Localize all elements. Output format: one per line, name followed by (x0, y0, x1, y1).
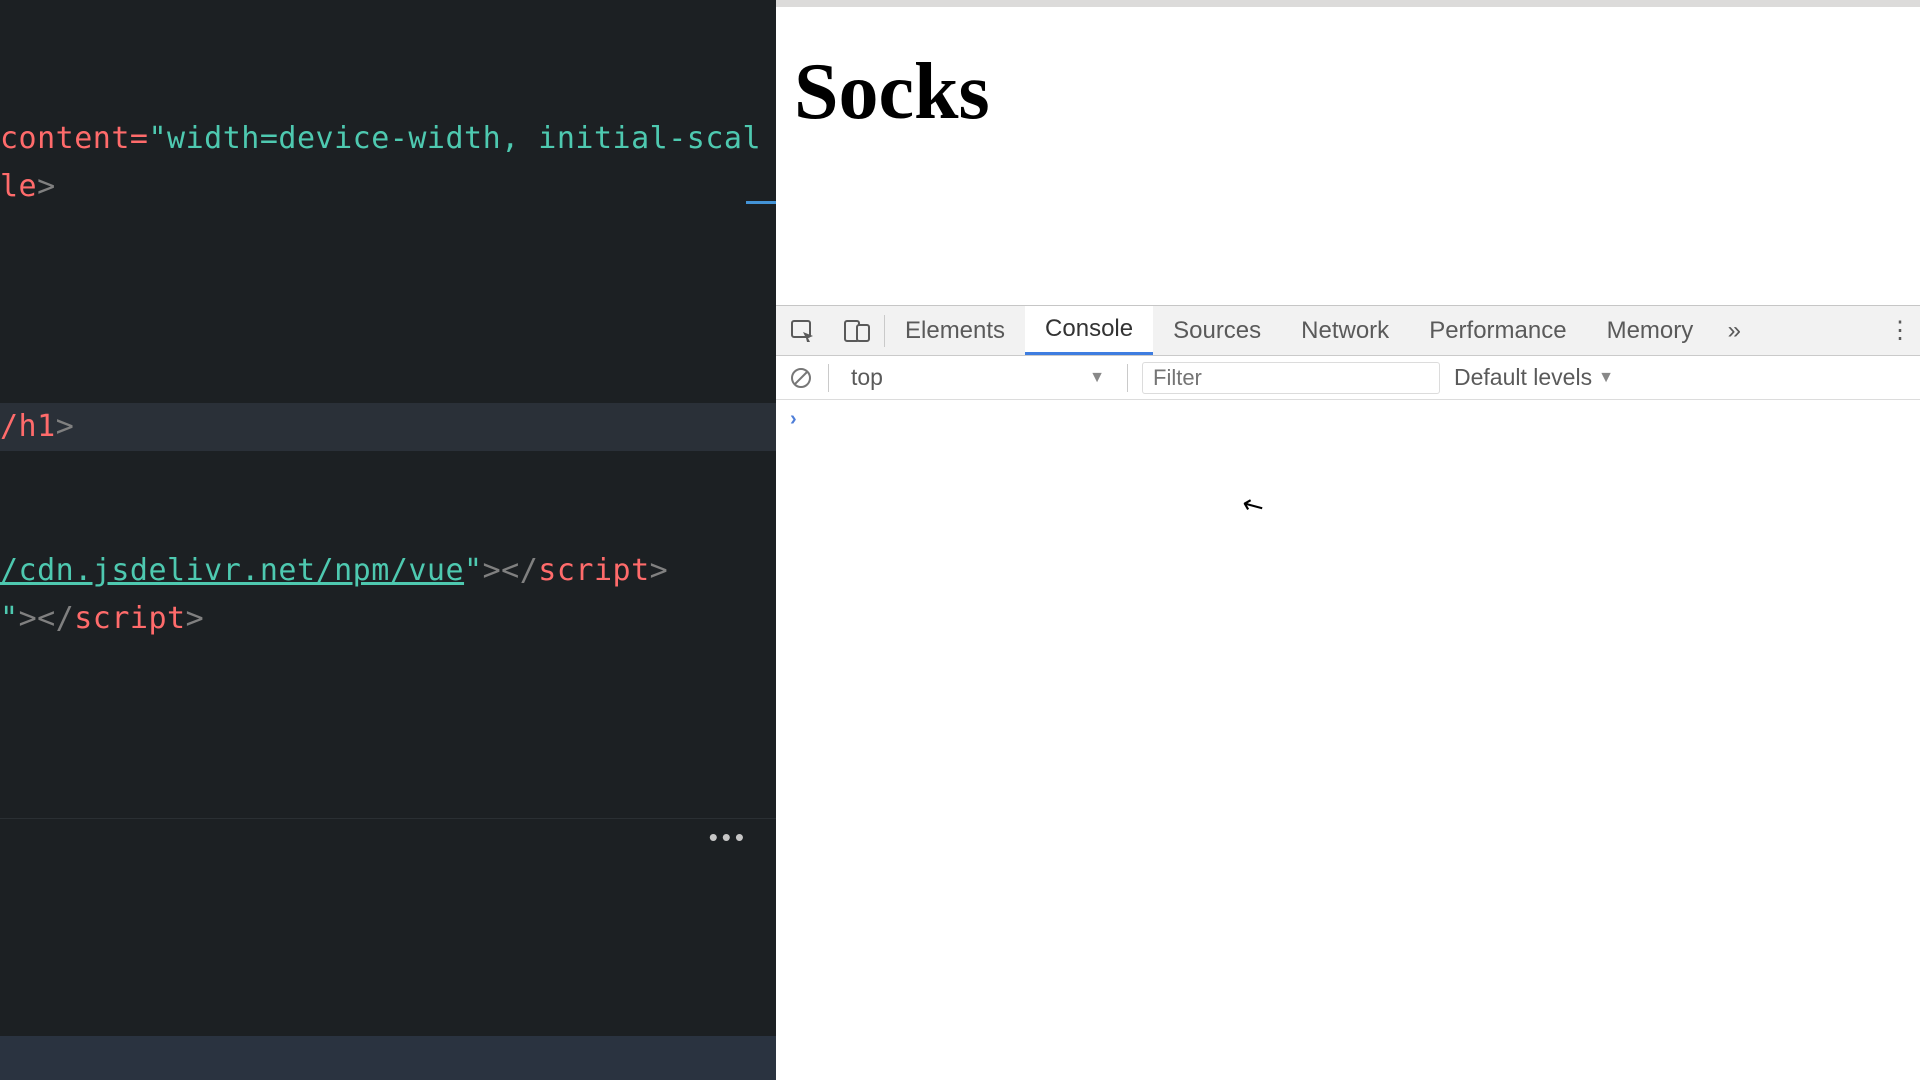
devtools-menu-icon[interactable]: ⋮ (1880, 316, 1920, 345)
context-label: top (851, 364, 883, 391)
tab-network[interactable]: Network (1281, 306, 1409, 355)
tab-sources[interactable]: Sources (1153, 306, 1281, 355)
code-area[interactable]: content="width=device-width, initial-sca… (0, 0, 776, 787)
tab-performance[interactable]: Performance (1409, 306, 1586, 355)
panel-more-icon[interactable]: ••• (709, 822, 748, 853)
code-line[interactable]: /cdn.jsdelivr.net/npm/vue"></script> (0, 547, 776, 595)
console-output[interactable]: › ↖ (776, 400, 1920, 1080)
code-line[interactable] (0, 259, 776, 307)
console-toolbar: top ▼ Default levels ▼ (776, 356, 1920, 400)
code-line[interactable]: "></script> (0, 595, 776, 643)
levels-label: Default levels (1454, 364, 1592, 391)
panel-header: ••• (0, 818, 776, 856)
code-line[interactable] (0, 211, 776, 259)
page-heading: Socks (794, 47, 1902, 138)
status-bar (0, 1036, 776, 1080)
chevron-down-icon: ▼ (1598, 369, 1614, 387)
console-filter-input[interactable] (1142, 362, 1440, 394)
code-line[interactable] (0, 355, 776, 403)
panel-body[interactable] (0, 856, 776, 1036)
code-line[interactable] (0, 643, 776, 691)
log-levels-select[interactable]: Default levels ▼ (1454, 364, 1614, 391)
code-line[interactable] (0, 451, 776, 499)
inspect-element-icon[interactable] (776, 320, 830, 342)
execution-context-select[interactable]: top ▼ (843, 364, 1113, 391)
code-line[interactable] (0, 691, 776, 739)
mouse-cursor-icon: ↖ (1236, 487, 1270, 525)
code-line[interactable]: content="width=device-width, initial-sca… (0, 115, 776, 163)
code-line[interactable] (0, 499, 776, 547)
tab-console[interactable]: Console (1025, 306, 1153, 355)
devtools-panel: ElementsConsoleSourcesNetworkPerformance… (776, 305, 1920, 1080)
tab-memory[interactable]: Memory (1587, 306, 1714, 355)
separator (1127, 364, 1128, 392)
tabs-overflow-icon[interactable]: » (1713, 317, 1755, 345)
separator (828, 364, 829, 392)
editor-bottom-panel: ••• (0, 818, 776, 1080)
code-line[interactable] (0, 739, 776, 787)
code-line[interactable]: le> (0, 163, 776, 211)
console-prompt-icon: › (790, 408, 797, 431)
device-toggle-icon[interactable] (830, 320, 884, 342)
splitter-marker (746, 201, 776, 204)
tab-elements[interactable]: Elements (885, 306, 1025, 355)
code-line[interactable]: /h1> (0, 403, 776, 451)
browser-chrome-strip (776, 0, 1920, 7)
clear-console-icon[interactable] (788, 365, 814, 391)
rendered-page: Socks (776, 7, 1920, 305)
browser-pane: Socks ElementsConsoleSourcesNetworkPerfo… (776, 0, 1920, 1080)
chevron-down-icon: ▼ (1089, 369, 1105, 387)
devtools-tabs: ElementsConsoleSourcesNetworkPerformance… (776, 306, 1920, 356)
code-editor-pane[interactable]: content="width=device-width, initial-sca… (0, 0, 776, 1080)
code-line[interactable] (0, 307, 776, 355)
